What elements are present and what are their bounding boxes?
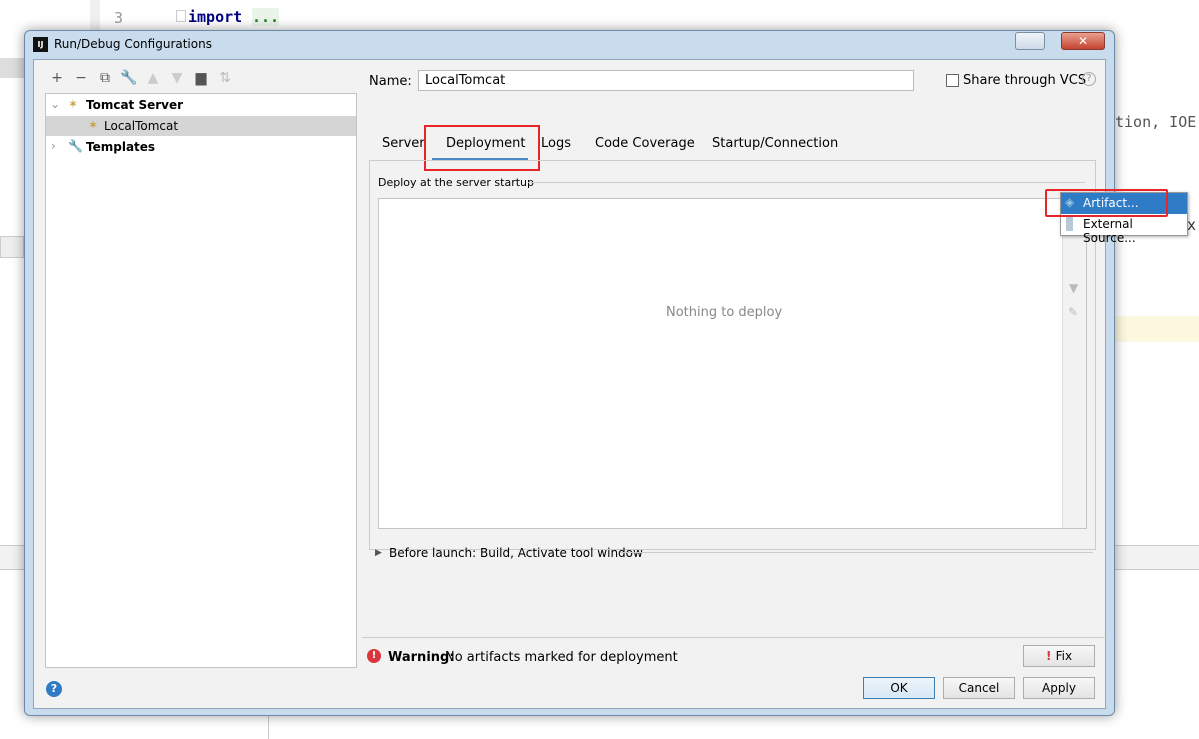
expand-arrow-icon[interactable]: ▶	[375, 548, 382, 558]
deploy-list[interactable]: Nothing to deploy + ▼ ✎	[378, 198, 1087, 529]
separator	[362, 637, 1107, 638]
menu-item-label: External Source...	[1083, 217, 1136, 245]
code-fragment: tion, IOE	[1115, 113, 1197, 131]
share-label: Share through VCS	[963, 73, 1087, 88]
tab-code-coverage[interactable]: Code Coverage	[595, 136, 695, 151]
tree-label: LocalTomcat	[104, 119, 179, 133]
close-button[interactable]: ✕	[1061, 32, 1105, 50]
tree-item-localtomcat[interactable]: ✶ LocalTomcat	[46, 116, 356, 136]
restore-button[interactable]	[1015, 32, 1045, 50]
editor-highlight-line	[1115, 316, 1199, 342]
folder-add-icon[interactable]: ▆	[189, 70, 213, 86]
chevron-right-icon[interactable]: ›	[51, 139, 56, 153]
warning-icon: !	[367, 649, 381, 663]
cancel-button[interactable]: Cancel	[943, 677, 1015, 699]
sort-icon[interactable]: ⇅	[213, 70, 237, 86]
separator	[528, 182, 1085, 183]
empty-text: Nothing to deploy	[666, 305, 783, 320]
wrench-icon[interactable]: 🔧	[117, 70, 141, 86]
error-icon: !	[1045, 649, 1056, 663]
deployment-panel: Deploy at the server startup Nothing to …	[369, 160, 1096, 550]
code-import: import	[188, 8, 243, 26]
line-number: 3	[114, 9, 124, 27]
section-label: Deploy at the server startup	[378, 176, 535, 189]
deploy-side-toolbar: + ▼ ✎	[1062, 199, 1086, 528]
wrench-icon: 🔧	[68, 139, 83, 153]
gutter	[90, 0, 100, 30]
before-launch-toggle[interactable]: Before launch: Build, Activate tool wind…	[389, 546, 643, 560]
tree-item-templates[interactable]: › 🔧 Templates	[46, 137, 356, 157]
dialog-title: Run/Debug Configurations	[54, 37, 212, 51]
config-toolbar: + − ⧉ 🔧 ▲ ▼ ▆ ⇅	[45, 70, 237, 86]
chevron-down-icon[interactable]: ⌄	[50, 97, 60, 111]
edit-icon[interactable]: ✎	[1068, 305, 1078, 319]
plus-icon[interactable]: +	[45, 70, 69, 86]
minus-icon[interactable]: −	[69, 70, 93, 86]
tab-server[interactable]: Server	[382, 136, 425, 151]
fix-button[interactable]: ! Fix	[1023, 645, 1095, 667]
dialog-body: + − ⧉ 🔧 ▲ ▼ ▆ ⇅ ⌄ ✶ Tomcat Server ✶ Loca…	[33, 59, 1107, 709]
help-icon[interactable]: ?	[1082, 72, 1096, 86]
menu-item-external-source[interactable]: External Source...	[1061, 214, 1187, 245]
share-checkbox[interactable]	[946, 74, 959, 87]
intellij-logo-icon: IJ	[33, 37, 48, 52]
tab-logs[interactable]: Logs	[541, 136, 571, 151]
separator	[620, 552, 1093, 553]
tree-label: Templates	[86, 140, 156, 154]
tomcat-icon: ✶	[68, 97, 79, 111]
move-down-icon[interactable]: ▼	[1069, 281, 1078, 295]
config-tree: ⌄ ✶ Tomcat Server ✶ LocalTomcat › 🔧 Temp…	[45, 93, 357, 668]
external-source-icon	[1066, 217, 1073, 231]
fix-label: Fix	[1055, 649, 1073, 663]
code-ellipsis[interactable]: ...	[252, 8, 280, 26]
editor-band	[0, 58, 24, 78]
tomcat-error-icon: ✶	[88, 118, 99, 132]
code-fragment: x	[1187, 216, 1197, 234]
copy-icon[interactable]: ⧉	[93, 70, 117, 86]
highlight-box	[1045, 189, 1168, 217]
tree-label: Tomcat Server	[86, 98, 184, 112]
editor-toolbar	[0, 236, 24, 258]
tab-startup-connection[interactable]: Startup/Connection	[712, 136, 838, 151]
ok-button[interactable]: OK	[863, 677, 935, 699]
arrow-up-icon[interactable]: ▲	[141, 70, 165, 86]
run-debug-dialog: IJ Run/Debug Configurations ✕ + − ⧉ 🔧 ▲ …	[24, 30, 1115, 716]
title-bar: IJ Run/Debug Configurations ✕	[25, 31, 1114, 59]
name-input[interactable]: LocalTomcat	[418, 70, 914, 91]
tree-item-tomcat-server[interactable]: ⌄ ✶ Tomcat Server	[46, 95, 356, 115]
help-icon[interactable]: ?	[46, 681, 62, 697]
fold-icon[interactable]	[176, 10, 186, 22]
arrow-down-icon[interactable]: ▼	[165, 70, 189, 86]
warning-text: No artifacts marked for deployment	[445, 650, 678, 665]
apply-button[interactable]: Apply	[1023, 677, 1095, 699]
name-label: Name:	[369, 74, 412, 89]
